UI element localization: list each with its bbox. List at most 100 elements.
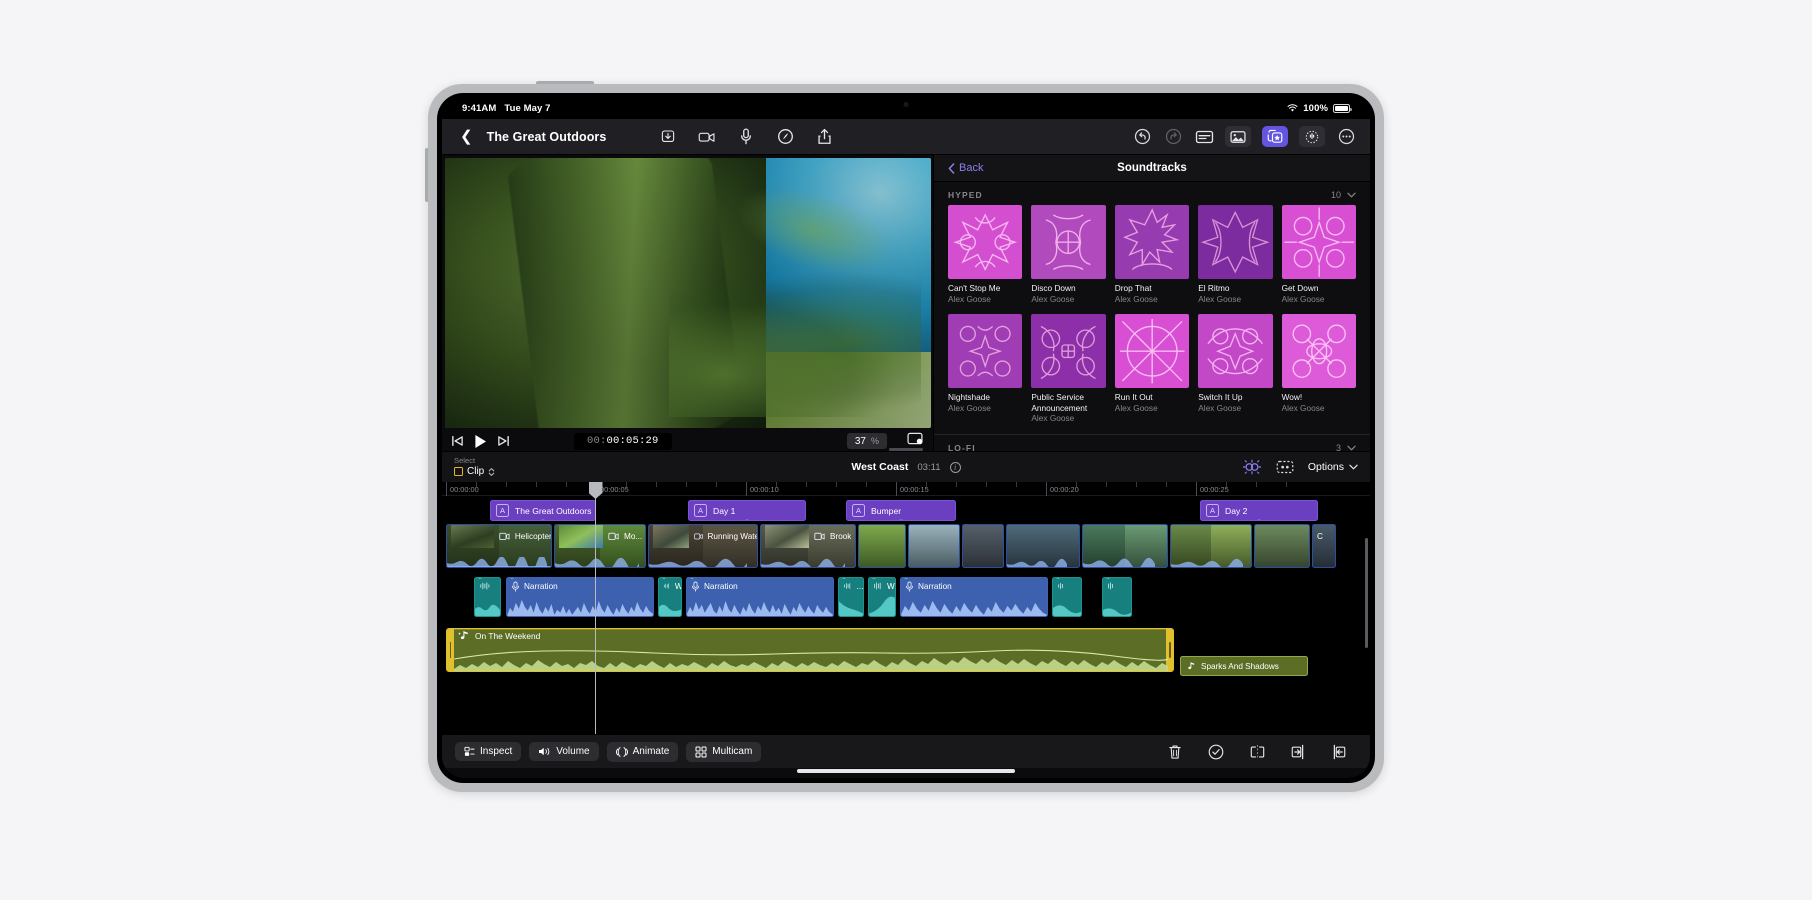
timecode-display[interactable]: 00:00:05:29 <box>574 432 672 450</box>
ellipsis-icon[interactable] <box>1336 127 1356 147</box>
soundtrack-tile[interactable]: Public Service Announcement Alex Goose <box>1031 313 1106 424</box>
audio-clip[interactable] <box>474 577 501 617</box>
music-track[interactable]: On The Weekend Sparks And Shadows <box>442 628 1370 678</box>
video-clip[interactable] <box>1254 524 1310 568</box>
timeline-ruler[interactable]: 00:00:00 00:00:05 00:00:10 00:00:15 00:0… <box>442 482 1370 496</box>
video-clip[interactable] <box>1006 524 1080 568</box>
music-clip[interactable]: On The Weekend <box>446 628 1174 672</box>
magic-wand-icon[interactable] <box>775 127 795 147</box>
chevron-down-icon[interactable] <box>1347 192 1356 198</box>
trim-end-icon[interactable] <box>1329 742 1349 762</box>
secondary-music-clip[interactable]: Sparks And Shadows <box>1180 656 1308 676</box>
effects-icon[interactable] <box>1262 126 1288 147</box>
redo-icon[interactable] <box>1163 127 1183 147</box>
soundtrack-tile[interactable]: Can't Stop Me Alex Goose <box>948 205 1023 305</box>
toolbar-right-actions <box>1132 126 1356 147</box>
soundtrack-tile[interactable]: Wow! Alex Goose <box>1281 313 1356 424</box>
video-clip[interactable]: Brook <box>760 524 856 568</box>
audio-clip[interactable]: ... <box>838 577 864 617</box>
soundtrack-tile[interactable]: Run It Out Alex Goose <box>1114 313 1190 424</box>
playhead[interactable] <box>588 482 603 734</box>
video-clip[interactable] <box>1170 524 1252 568</box>
browser-body[interactable]: HYPED 10 Can't Stop Me Alex Goose Disco … <box>934 182 1370 451</box>
waveform-icon <box>874 582 881 590</box>
share-icon[interactable] <box>814 127 834 147</box>
skip-to-end-icon[interactable] <box>497 435 510 447</box>
title-clip[interactable]: A Day 1 <box>688 500 806 521</box>
video-clip[interactable] <box>962 524 1004 568</box>
trash-icon[interactable] <box>1165 742 1185 762</box>
timeline-scrollbar[interactable] <box>1365 538 1368 648</box>
video-clip[interactable] <box>858 524 906 568</box>
skip-to-start-icon[interactable] <box>451 435 464 447</box>
audio-clip[interactable]: Narration <box>900 577 1048 617</box>
multicam-button[interactable]: Multicam <box>686 741 762 762</box>
soundtrack-tile[interactable]: Get Down Alex Goose <box>1281 205 1356 305</box>
video-clip[interactable]: Mo... <box>554 524 646 568</box>
soundtrack-tile[interactable]: Drop That Alex Goose <box>1114 205 1190 305</box>
inspect-button[interactable]: Inspect <box>455 742 522 761</box>
photo-icon[interactable] <box>1225 126 1251 147</box>
section-header-lofi[interactable]: LO-FI 3 <box>934 435 1370 451</box>
video-clip[interactable]: C <box>1312 524 1336 568</box>
video-track[interactable]: Helicopter Mo... Running Wat Brook C <box>442 524 1370 571</box>
title-badge: A <box>852 504 865 517</box>
titles-track[interactable]: A The Great Outdoors A Day 1 A Bumper A … <box>442 496 1370 524</box>
split-clip-icon[interactable] <box>1247 742 1267 762</box>
microphone-icon[interactable] <box>736 127 756 147</box>
captions-icon[interactable] <box>1194 127 1214 147</box>
waveform-icon <box>480 582 490 590</box>
info-icon[interactable]: i <box>949 461 961 473</box>
video-preview[interactable] <box>445 158 931 428</box>
checkmark-circle-icon[interactable] <box>1206 742 1226 762</box>
options-button[interactable]: Options <box>1308 461 1358 473</box>
audio-track[interactable]: Narration W <box>442 575 1370 623</box>
video-camera-icon[interactable] <box>697 127 717 147</box>
clip-waveform <box>507 599 653 616</box>
soundtrack-tile[interactable]: Nightshade Alex Goose <box>948 313 1023 424</box>
browser-back-button[interactable]: Back <box>948 162 983 174</box>
animate-button[interactable]: Animate <box>606 741 679 762</box>
trim-start-icon[interactable] <box>1288 742 1308 762</box>
timeline[interactable]: 00:00:00 00:00:05 00:00:10 00:00:15 00:0… <box>442 482 1370 734</box>
home-indicator[interactable] <box>797 769 1015 773</box>
soundtracks-browser: Back Soundtracks HYPED 10 Can't Stop Me … <box>933 155 1370 451</box>
selection-mode-control[interactable]: Select Clip <box>454 456 495 477</box>
soundtrack-tile[interactable]: El Ritmo Alex Goose <box>1198 205 1273 305</box>
audio-icon[interactable] <box>1299 126 1325 147</box>
video-clip[interactable] <box>908 524 960 568</box>
chevron-down-icon[interactable] <box>1347 445 1356 451</box>
audio-clip[interactable] <box>1052 577 1082 617</box>
audio-clip[interactable] <box>1102 577 1132 617</box>
section-meta: 10 <box>1331 190 1356 200</box>
frame-icon[interactable] <box>1275 457 1295 477</box>
clip-label: C <box>1317 532 1323 541</box>
select-value[interactable]: Clip <box>454 466 495 477</box>
waveform-icon <box>1058 583 1063 589</box>
video-clip[interactable]: Helicopter <box>446 524 552 568</box>
trim-handle-left[interactable] <box>447 629 454 671</box>
video-clip[interactable]: Running Water 2 <box>648 524 758 568</box>
section-header-hyped[interactable]: HYPED 10 <box>934 182 1370 205</box>
play-icon[interactable] <box>474 434 487 449</box>
title-clip[interactable]: A Day 2 <box>1200 500 1318 521</box>
title-clip[interactable]: A Bumper <box>846 500 956 521</box>
import-icon[interactable] <box>658 127 678 147</box>
undo-icon[interactable] <box>1132 127 1152 147</box>
soundtrack-tile[interactable]: Switch It Up Alex Goose <box>1198 313 1273 424</box>
clip-waveform <box>839 601 863 616</box>
video-clip[interactable] <box>1082 524 1168 568</box>
soundtrack-tile[interactable]: Disco Down Alex Goose <box>1031 205 1106 305</box>
title-clip[interactable]: A The Great Outdoors <box>490 500 596 521</box>
volume-button[interactable]: Volume <box>529 742 599 761</box>
up-down-chevron-icon[interactable] <box>488 467 495 477</box>
back-button[interactable]: ❮ <box>456 129 477 144</box>
panel-resize-handle[interactable] <box>889 448 923 451</box>
audio-clip[interactable]: Narration <box>686 577 834 617</box>
audio-clip[interactable]: W <box>868 577 896 617</box>
audio-clip[interactable]: Narration <box>506 577 654 617</box>
audio-clip[interactable]: W <box>658 577 682 617</box>
clip-waveform <box>1171 558 1243 567</box>
snapping-icon[interactable] <box>1242 457 1262 477</box>
zoom-level-field[interactable]: 37 % <box>846 433 887 449</box>
